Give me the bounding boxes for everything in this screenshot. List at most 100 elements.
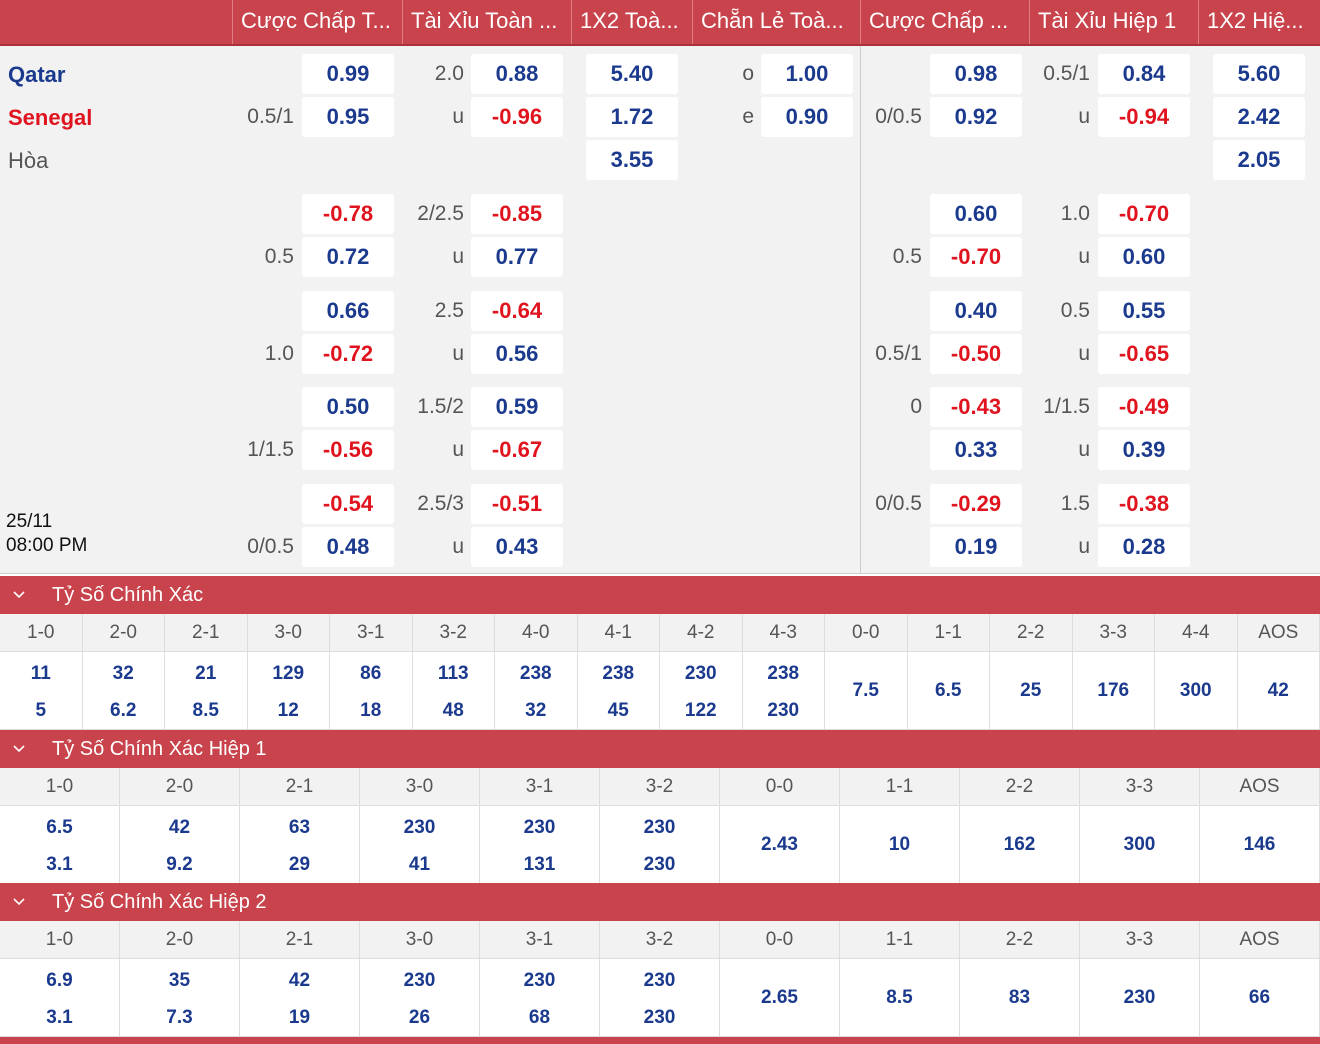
score-odds-cell[interactable]: 42 9.2 <box>120 806 240 884</box>
score-odds-value[interactable]: 7.5 <box>825 679 907 703</box>
score-odds-away[interactable]: 45 <box>578 699 660 723</box>
score-odds-away[interactable]: 29 <box>240 853 359 877</box>
score-odds-home[interactable]: 230 <box>660 662 742 686</box>
score-odds-cell[interactable]: 2.65 <box>720 959 840 1037</box>
score-odds-away[interactable]: 48 <box>413 699 495 723</box>
score-odds-away[interactable]: 3.1 <box>0 1006 119 1030</box>
score-odds-cell[interactable]: 21 8.5 <box>165 652 248 730</box>
score-odds-cell[interactable]: 35 7.3 <box>120 959 240 1037</box>
score-odds-cell[interactable]: 42 <box>1238 652 1320 730</box>
score-odds-cell[interactable]: 146 <box>1200 806 1320 884</box>
alt-over-odds[interactable]: 0.59 <box>471 387 563 427</box>
1x2-home-odds[interactable]: 5.40 <box>586 54 678 94</box>
score-odds-away[interactable]: 230 <box>600 1006 719 1030</box>
score-odds-cell[interactable]: 230 131 <box>480 806 600 884</box>
score-odds-home[interactable]: 113 <box>413 662 495 686</box>
score-odds-value[interactable]: 300 <box>1080 833 1199 857</box>
score-odds-away[interactable]: 18 <box>330 699 412 723</box>
score-odds-home[interactable]: 230 <box>480 969 599 993</box>
score-odds-away[interactable]: 122 <box>660 699 742 723</box>
h1-1x2-home-odds[interactable]: 5.60 <box>1213 54 1305 94</box>
score-odds-home[interactable]: 238 <box>495 662 577 686</box>
score-odds-cell[interactable]: 230 230 <box>600 959 720 1037</box>
score-odds-home[interactable]: 42 <box>240 969 359 993</box>
alt-under-odds[interactable]: 0.43 <box>471 527 563 567</box>
score-odds-away[interactable]: 19 <box>240 1006 359 1030</box>
score-odds-value[interactable]: 83 <box>960 986 1079 1010</box>
score-odds-cell[interactable]: 25 <box>990 652 1073 730</box>
section-header[interactable]: Tỷ Số Chính Xác Hiệp 1 <box>0 730 1320 768</box>
score-odds-away[interactable]: 68 <box>480 1006 599 1030</box>
score-odds-home[interactable]: 6.9 <box>0 969 119 993</box>
score-odds-away[interactable]: 9.2 <box>120 853 239 877</box>
under-odds[interactable]: -0.96 <box>471 97 563 137</box>
h1-1x2-draw-odds[interactable]: 2.05 <box>1213 140 1305 180</box>
section-header[interactable]: Tỷ Số Chính Xác Hiệp 2 <box>0 883 1320 921</box>
score-odds-home[interactable]: 32 <box>83 662 165 686</box>
section-header[interactable]: Tỷ Số Chính Xác <box>0 576 1320 614</box>
h1-over-odds[interactable]: 0.84 <box>1098 54 1190 94</box>
score-odds-home[interactable]: 230 <box>480 816 599 840</box>
market-header-tab[interactable]: 1X2 Toà... <box>571 0 692 44</box>
score-odds-cell[interactable]: 162 <box>960 806 1080 884</box>
score-odds-cell[interactable]: 230 26 <box>360 959 480 1037</box>
score-odds-cell[interactable]: 176 <box>1073 652 1155 730</box>
alt-over-odds[interactable]: -0.64 <box>471 291 563 331</box>
alt-under-odds[interactable]: -0.67 <box>471 430 563 470</box>
score-odds-away[interactable]: 8.5 <box>165 699 247 723</box>
score-odds-home[interactable]: 230 <box>360 969 479 993</box>
score-odds-value[interactable]: 8.5 <box>840 986 959 1010</box>
alt-over-odds[interactable]: -0.51 <box>471 484 563 524</box>
score-odds-cell[interactable]: 7.5 <box>825 652 908 730</box>
score-odds-cell[interactable]: 300 <box>1080 806 1200 884</box>
score-odds-cell[interactable]: 238 32 <box>495 652 578 730</box>
over-odds[interactable]: 0.88 <box>471 54 563 94</box>
score-odds-value[interactable]: 2.43 <box>720 833 839 857</box>
score-odds-value[interactable]: 300 <box>1155 679 1237 703</box>
score-odds-cell[interactable]: 8.5 <box>840 959 960 1037</box>
score-odds-cell[interactable]: 83 <box>960 959 1080 1037</box>
alt-h1-under-odds[interactable]: 0.28 <box>1098 527 1190 567</box>
next-section-header[interactable] <box>0 1036 1320 1044</box>
alt-h1-under-odds[interactable]: 0.39 <box>1098 430 1190 470</box>
score-odds-cell[interactable]: 300 <box>1155 652 1238 730</box>
score-odds-value[interactable]: 42 <box>1238 679 1320 703</box>
1x2-draw-odds[interactable]: 3.55 <box>586 140 678 180</box>
alt-h1-over-odds[interactable]: 0.55 <box>1098 291 1190 331</box>
score-odds-away[interactable]: 12 <box>248 699 330 723</box>
score-odds-cell[interactable]: 42 19 <box>240 959 360 1037</box>
score-odds-cell[interactable]: 230 230 <box>600 806 720 884</box>
market-header-tab[interactable]: Cược Chấp ... <box>860 0 1029 44</box>
alt-over-odds[interactable]: -0.85 <box>471 194 563 234</box>
score-odds-home[interactable]: 21 <box>165 662 247 686</box>
score-odds-cell[interactable]: 66 <box>1200 959 1320 1037</box>
score-odds-value[interactable]: 146 <box>1200 833 1319 857</box>
score-odds-cell[interactable]: 230 122 <box>660 652 743 730</box>
score-odds-cell[interactable]: 10 <box>840 806 960 884</box>
score-odds-cell[interactable]: 230 <box>1080 959 1200 1037</box>
score-odds-cell[interactable]: 230 41 <box>360 806 480 884</box>
score-odds-cell[interactable]: 86 18 <box>330 652 413 730</box>
score-odds-cell[interactable]: 6.9 3.1 <box>0 959 120 1037</box>
alt-h1-over-odds[interactable]: -0.38 <box>1098 484 1190 524</box>
market-header-tab[interactable]: Cược Chấp T... <box>232 0 402 44</box>
score-odds-value[interactable]: 66 <box>1200 986 1319 1010</box>
score-odds-away[interactable]: 3.1 <box>0 853 119 877</box>
h1-under-odds[interactable]: -0.94 <box>1098 97 1190 137</box>
score-odds-cell[interactable]: 238 45 <box>578 652 660 730</box>
score-odds-away[interactable]: 6.2 <box>83 699 165 723</box>
score-odds-away[interactable]: 7.3 <box>120 1006 239 1030</box>
score-odds-value[interactable]: 162 <box>960 833 1079 857</box>
score-odds-value[interactable]: 176 <box>1073 679 1155 703</box>
score-odds-cell[interactable]: 238 230 <box>743 652 825 730</box>
score-odds-home[interactable]: 86 <box>330 662 412 686</box>
market-header-tab[interactable]: 1X2 Hiệ... <box>1198 0 1320 44</box>
score-odds-home[interactable]: 11 <box>0 662 82 686</box>
score-odds-value[interactable]: 6.5 <box>908 679 990 703</box>
alt-h1-under-odds[interactable]: 0.60 <box>1098 237 1190 277</box>
h1-1x2-away-odds[interactable]: 2.42 <box>1213 97 1305 137</box>
alt-h1-over-odds[interactable]: -0.49 <box>1098 387 1190 427</box>
score-odds-home[interactable]: 230 <box>360 816 479 840</box>
score-odds-cell[interactable]: 6.5 3.1 <box>0 806 120 884</box>
score-odds-cell[interactable]: 230 68 <box>480 959 600 1037</box>
